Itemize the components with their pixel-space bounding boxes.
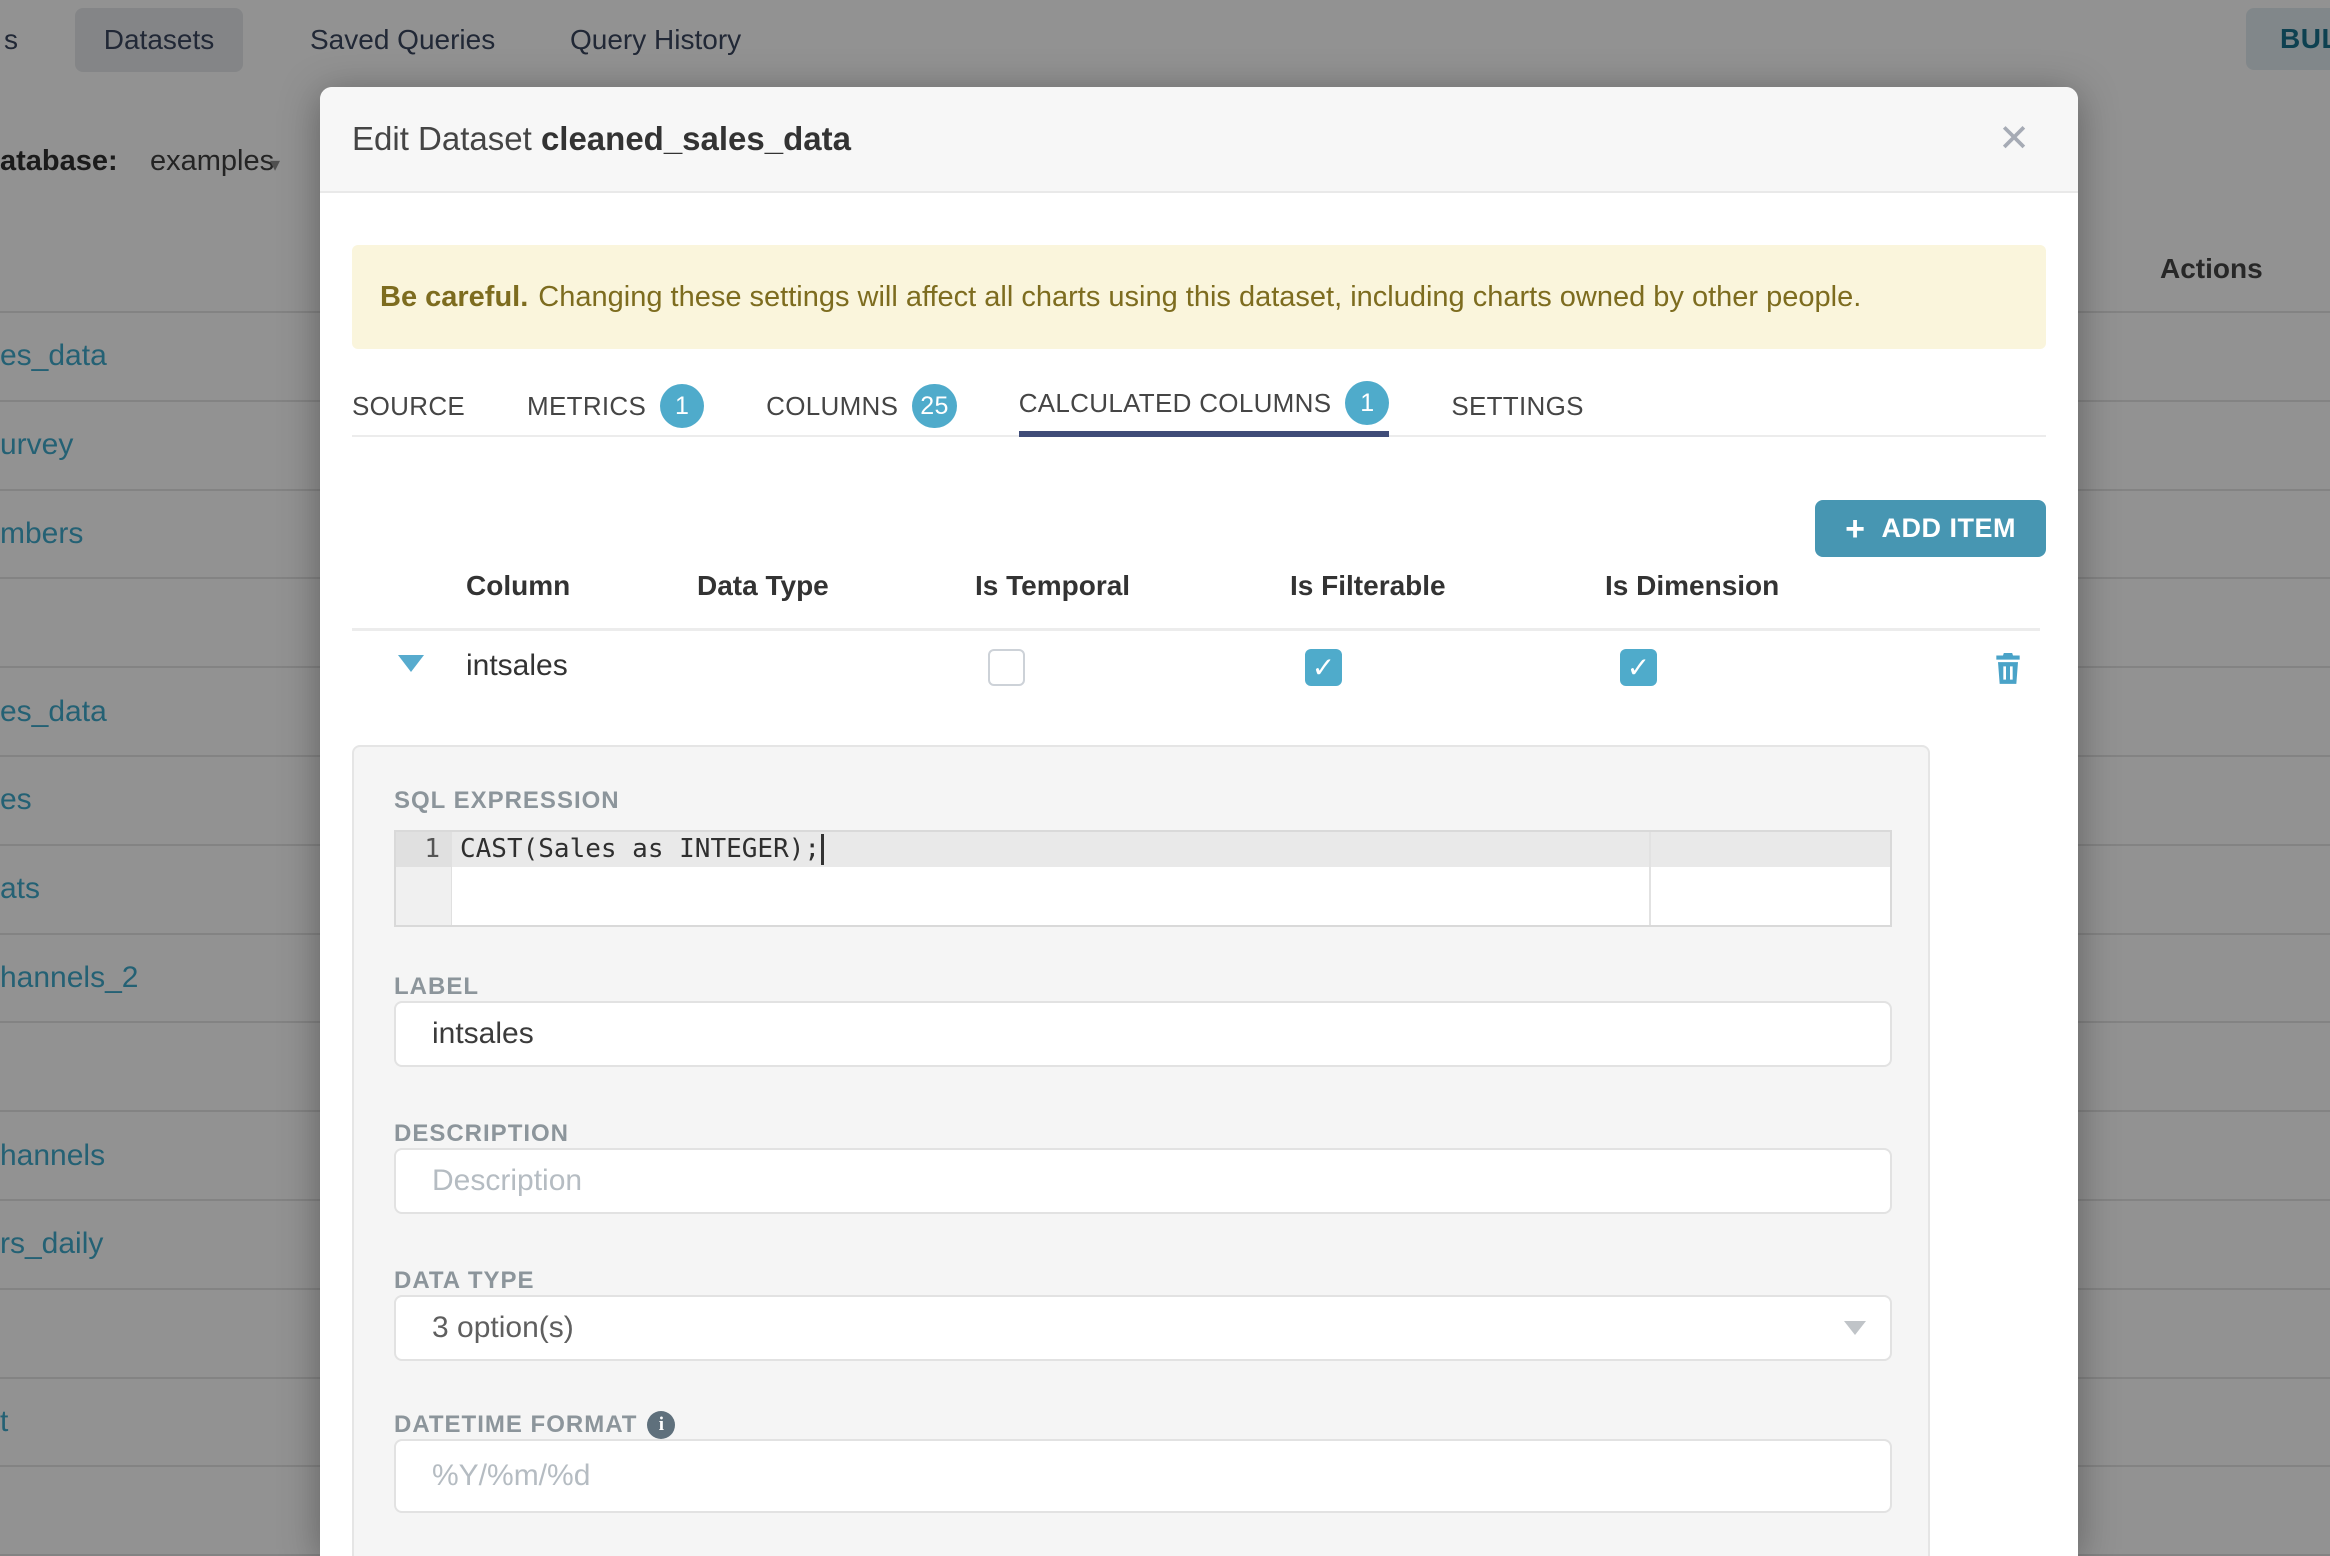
dataset-name: cleaned_sales_data xyxy=(540,120,851,157)
collapse-caret-icon[interactable] xyxy=(398,655,424,672)
tab-label: COLUMNS xyxy=(766,390,899,421)
modal-header: Edit Dataset cleaned_sales_data ✕ xyxy=(320,87,2078,193)
tab-settings[interactable]: SETTINGS xyxy=(1451,375,1583,437)
tab-label: SOURCE xyxy=(352,390,466,421)
label-field-label: LABEL xyxy=(394,973,479,1000)
edit-dataset-modal: Edit Dataset cleaned_sales_data ✕ Be car… xyxy=(320,87,2078,1556)
text-cursor xyxy=(821,834,825,865)
add-item-button[interactable]: + ADD ITEM xyxy=(1815,500,2046,557)
sql-expression-editor[interactable]: 1 CAST(Sales as INTEGER); xyxy=(394,830,1892,927)
delete-trash-icon[interactable] xyxy=(1988,647,2028,689)
col-header-column: Column xyxy=(466,570,571,601)
sql-code-text: CAST(Sales as INTEGER); xyxy=(460,834,821,864)
tab-count-badge: 25 xyxy=(912,384,957,428)
tab-label: METRICS xyxy=(527,390,647,421)
screen: s Datasets Saved Queries Query History B… xyxy=(0,0,2330,1556)
select-caret-icon xyxy=(1844,1321,1866,1335)
data-type-value: 3 option(s) xyxy=(432,1311,574,1344)
close-icon[interactable]: ✕ xyxy=(1998,120,2030,158)
tab-label: SETTINGS xyxy=(1451,390,1584,421)
datetime-format-input[interactable]: %Y/%m/%d xyxy=(394,1439,1892,1513)
modal-tabs: SOURCE METRICS 1 COLUMNS 25 CALCULATED COL… xyxy=(352,375,2046,437)
col-header-data-type: Data Type xyxy=(697,570,829,601)
column-name: intsales xyxy=(466,649,568,682)
data-type-select[interactable]: 3 option(s) xyxy=(394,1295,1892,1361)
description-input[interactable]: Description xyxy=(394,1148,1892,1214)
tab-metrics[interactable]: METRICS 1 xyxy=(527,375,705,437)
plus-icon: + xyxy=(1845,509,1866,548)
datetime-format-field-label: DATETIME FORMAT i xyxy=(394,1411,676,1439)
description-field-label: DESCRIPTION xyxy=(394,1120,570,1147)
warning-bold: Be careful. xyxy=(380,280,529,313)
tab-count-badge: 1 xyxy=(660,384,705,428)
modal-title-prefix: Edit Dataset xyxy=(352,120,532,157)
tab-calculated-columns[interactable]: CALCULATED COLUMNS 1 xyxy=(1018,375,1390,437)
divider xyxy=(352,628,2040,631)
is-temporal-checkbox[interactable] xyxy=(988,649,1025,686)
label-input[interactable]: intsales xyxy=(394,1001,1892,1067)
calculated-column-row: intsales ✓ ✓ xyxy=(320,647,2078,691)
tab-columns[interactable]: COLUMNS 25 xyxy=(766,375,957,437)
calculated-columns-header-row: Column Data Type Is Temporal Is Filterab… xyxy=(320,570,2078,610)
editor-line-number: 1 xyxy=(396,832,452,867)
tab-label: CALCULATED COLUMNS xyxy=(1018,387,1332,418)
col-header-is-dimension: Is Dimension xyxy=(1605,570,1780,601)
datetime-format-label-text: DATETIME FORMAT xyxy=(394,1411,638,1438)
add-item-label: ADD ITEM xyxy=(1881,513,2016,543)
sql-expression-label: SQL EXPRESSION xyxy=(394,787,620,814)
is-filterable-checkbox[interactable]: ✓ xyxy=(1305,649,1342,686)
is-dimension-checkbox[interactable]: ✓ xyxy=(1620,649,1657,686)
data-type-field-label: DATA TYPE xyxy=(394,1267,535,1294)
warning-banner: Be careful. Changing these settings will… xyxy=(352,245,2046,349)
col-header-is-filterable: Is Filterable xyxy=(1290,570,1446,601)
calculated-column-detail-panel: SQL EXPRESSION 1 CAST(Sales as INTEGER);… xyxy=(352,745,1930,1556)
sql-code: CAST(Sales as INTEGER); xyxy=(460,832,825,867)
tab-source[interactable]: SOURCE xyxy=(352,375,465,437)
info-icon[interactable]: i xyxy=(647,1411,676,1439)
modal-title: Edit Dataset cleaned_sales_data xyxy=(352,120,851,158)
col-header-is-temporal: Is Temporal xyxy=(975,570,1131,601)
warning-text: Changing these settings will affect all … xyxy=(538,280,1862,313)
editor-print-margin xyxy=(1649,832,1651,925)
tab-count-badge: 1 xyxy=(1345,381,1390,425)
